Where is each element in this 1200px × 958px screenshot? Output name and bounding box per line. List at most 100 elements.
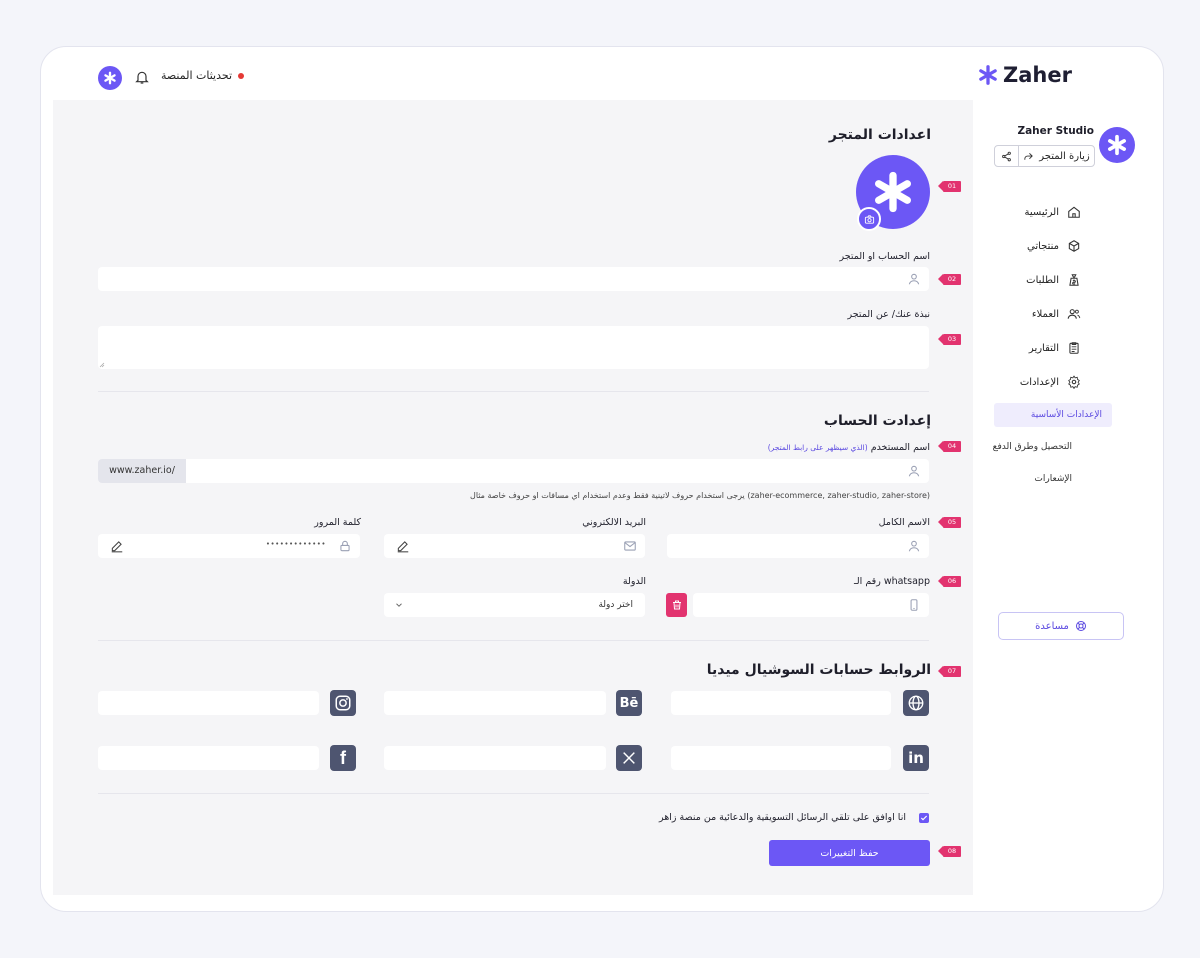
store-name-label: اسم الحساب او المتجر [839,251,930,262]
username-input[interactable]: www.zaher.io/ [98,459,929,483]
step-badge: 04 [938,441,961,452]
platform-updates[interactable]: تحديثات المنصة [161,69,245,82]
linkedin-input[interactable] [671,746,891,770]
fullname-input[interactable] [667,534,929,558]
sidebar-item-label: التقارير [1028,342,1059,354]
instagram-icon [330,690,356,716]
box-icon [1068,240,1080,252]
whatsapp-input[interactable] [693,593,929,617]
lifebuoy-icon [1075,621,1086,631]
sidebar-subitem-basic-settings[interactable]: الإعدادات الأساسية [994,403,1112,427]
notification-dot [238,72,245,79]
password-input[interactable]: ••••••••••••• [98,534,360,558]
sidebar-item-reports[interactable]: التقارير [1029,341,1081,355]
clipboard-icon [1069,342,1079,354]
app-frame: تحديثات المنصة اعدادات المتجر 01 اسم الح… [40,46,1164,912]
forward-arrow-icon [1024,152,1034,160]
bio-textarea[interactable] [98,326,929,369]
save-changes-button[interactable]: حفظ التغييرات [769,840,930,866]
sidebar-item-label: منتجاتي [1026,240,1059,252]
username-label-text: اسم المستخدم [870,442,930,453]
linkedin-icon: in [903,745,929,771]
share-button[interactable] [995,146,1019,166]
sidebar-item-products[interactable]: منتجاتي [1027,239,1081,253]
visit-store-group: زيارة المتجر [994,145,1095,167]
username-note: يرجى استخدام حروف لاتينية فقط وعدم استخد… [470,491,930,500]
country-select[interactable]: اختر دولة [384,593,645,617]
chevron-down-icon [396,603,402,607]
store-name-input[interactable] [98,267,929,291]
email-label: البريد الالكتروني [582,517,646,528]
instagram-input[interactable] [98,691,319,715]
trash-icon [672,600,681,610]
facebook-icon: f [330,745,356,771]
x-input[interactable] [384,746,606,770]
account-settings-title: إعدادت الحساب [823,413,931,429]
email-input[interactable] [384,534,645,558]
sidebar-subitem-payments[interactable]: التحصيل وطرق الدفع [993,442,1072,452]
updates-label: تحديثات المنصة [161,69,233,82]
brand-logo[interactable]: Zaher [977,63,1072,87]
bell-icon[interactable] [134,69,150,85]
step-badge: 07 [938,666,961,677]
social-title: الروابط حسابات السوشيال ميديا [706,662,931,678]
facebook-input[interactable] [98,746,319,770]
consent-checkbox[interactable] [919,813,929,823]
sidebar-item-label: الإعدادات [1019,376,1059,388]
visit-store-label: زيارة المتجر [1039,150,1090,162]
behance-icon: Bē [616,690,642,716]
password-value: ••••••••••••• [265,540,326,548]
country-placeholder: اختر دولة [598,600,633,610]
asterisk-icon [104,71,116,85]
help-label: مساعدة [1035,620,1069,632]
username-label: (الذي سيظهر على رابط المتجر) اسم المستخد… [621,442,930,453]
phone-icon [910,599,918,611]
edit-icon[interactable] [396,539,410,553]
divider [98,793,929,794]
user-avatar[interactable] [98,66,122,90]
resize-handle-icon[interactable] [99,362,105,368]
change-logo-button[interactable] [857,207,881,231]
password-label: كلمة المرور [314,517,361,528]
sidebar-item-label: الرئيسية [1024,206,1059,218]
asterisk-icon [1108,134,1126,156]
store-avatar[interactable] [1099,127,1135,163]
sidebar-item-customers[interactable]: العملاء [1032,307,1081,321]
bio-label: نبذة عنك/ عن المتجر [847,309,930,320]
user-icon [908,540,920,552]
step-badge: 01 [938,181,961,192]
help-button[interactable]: مساعدة [998,612,1124,640]
country-label: الدولة [622,576,646,587]
store-name: Zaher Studio [1017,125,1094,137]
edit-icon[interactable] [110,539,124,553]
sidebar-item-orders[interactable]: الطلبات [1026,273,1081,287]
brand-name: Zaher [1003,63,1072,87]
step-badge: 08 [938,846,961,857]
visit-store-button[interactable]: زيارة المتجر [1019,146,1094,166]
mail-icon [624,541,636,551]
fullname-label: الاسم الكامل [878,517,930,528]
asterisk-icon [979,65,997,85]
money-bag-icon [1069,274,1079,286]
sidebar-subitem-notifications[interactable]: الإشعارات [1034,474,1072,484]
step-badge: 05 [938,517,961,528]
sidebar-item-home[interactable]: الرئيسية [1025,205,1081,219]
divider [98,640,929,641]
consent-label: انا اوافق على تلقي الرسائل التسويقية وال… [659,812,906,823]
whatsapp-label: رقم الـ whatsapp [854,576,930,587]
home-icon [1068,206,1080,218]
url-prefix: www.zaher.io/ [98,459,186,483]
user-icon [908,465,920,477]
behance-input[interactable] [384,691,606,715]
lock-icon [340,540,350,552]
step-badge: 03 [938,334,961,345]
asterisk-icon [875,171,911,213]
website-input[interactable] [671,691,891,715]
share-icon [1002,151,1011,161]
divider [98,391,929,392]
camera-icon [864,214,874,224]
step-badge: 02 [938,274,961,285]
x-icon [616,745,642,771]
sidebar-item-settings[interactable]: الإعدادات [1020,375,1081,389]
delete-whatsapp-button[interactable] [666,593,687,617]
